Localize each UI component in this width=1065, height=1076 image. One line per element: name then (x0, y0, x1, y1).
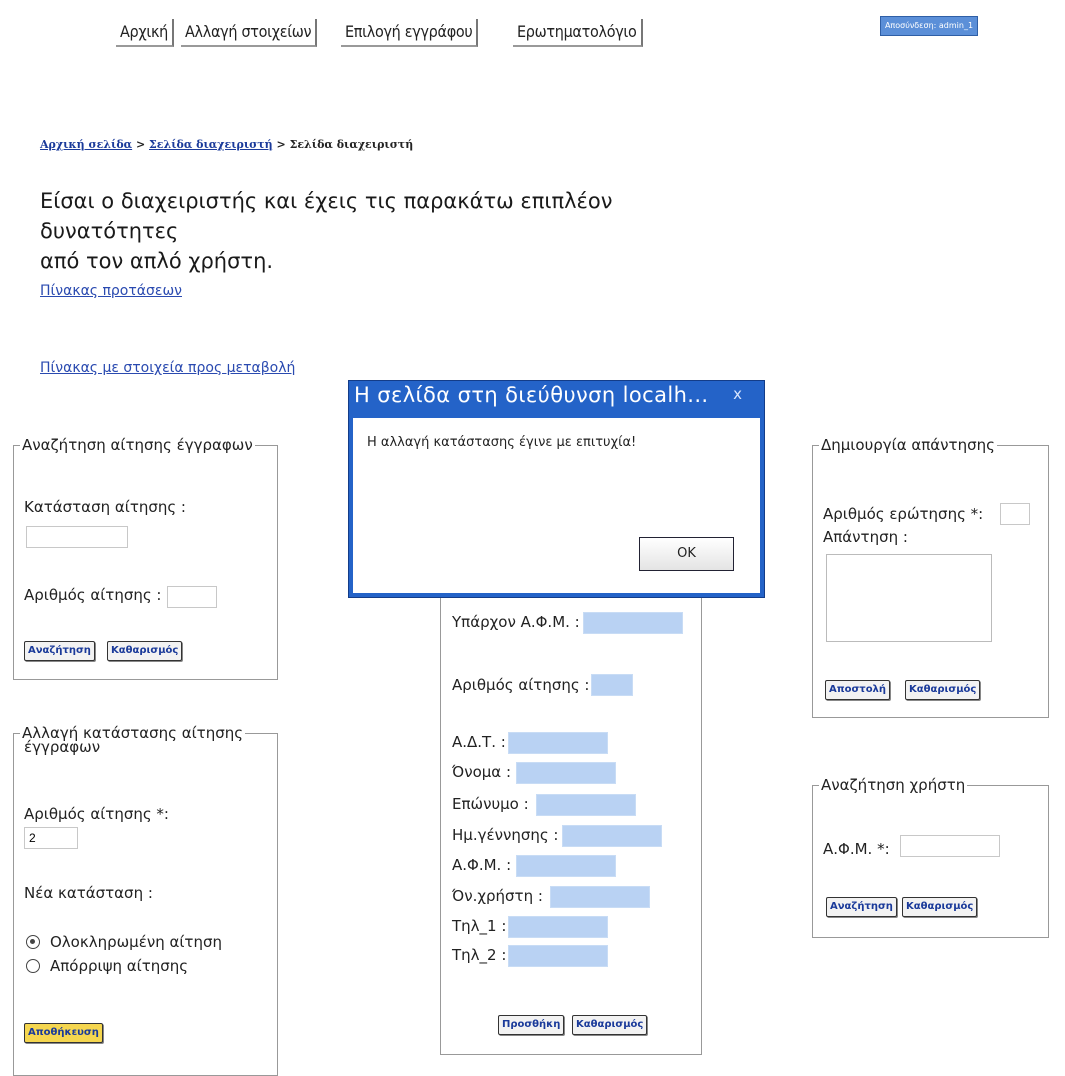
request-number-input[interactable] (167, 586, 217, 608)
phone1-input[interactable] (508, 916, 608, 938)
adt-input[interactable] (508, 732, 608, 754)
clear-search-user-button[interactable]: Καθαρισμός (902, 897, 978, 917)
answer-label: Απάντηση : (823, 528, 908, 546)
radio-rejected-label: Απόρριψη αίτησης (50, 957, 189, 975)
phone2-label: Τηλ_2 : (452, 946, 507, 964)
proposals-table-link[interactable]: Πίνακας προτάσεων (40, 283, 182, 299)
last-name-label: Επώνυμο : (452, 795, 529, 813)
dialog-body: Η αλλαγή κατάστασης έγινε με επιτυχία! O… (353, 418, 760, 593)
breadcrumb-home-link[interactable]: Αρχική σελίδα (40, 138, 132, 151)
close-icon[interactable]: x (733, 385, 742, 403)
radio-rejected[interactable] (26, 959, 40, 973)
phone1-label: Τηλ_1 : (452, 917, 507, 935)
search-user-button[interactable]: Αναζήτηση (826, 897, 897, 917)
new-status-label: Νέα κατάσταση : (24, 884, 153, 902)
search-user-legend: Αναζήτηση χρήστη (821, 776, 966, 794)
username-input[interactable] (550, 886, 650, 908)
change-number-label: Αριθμός αίτησης *: (24, 805, 169, 823)
answer-textarea[interactable] (826, 554, 992, 642)
breadcrumb-current: Σελίδα διαχειριστή (289, 138, 414, 151)
dialog-title: Η σελίδα στη διεύθυνση localh... (354, 383, 709, 407)
search-request-legend: Αναζήτηση αίτησης έγγραφων (22, 436, 253, 454)
last-name-input[interactable] (536, 794, 636, 816)
question-number-label: Αριθμός ερώτησης *: (823, 505, 984, 523)
nav-change-details[interactable]: Αλλαγή στοιχείων (181, 19, 318, 47)
add-request-number-input[interactable] (591, 674, 633, 696)
username-label: Όν.χρήστη : (452, 887, 543, 905)
radio-completed[interactable] (26, 935, 40, 949)
intro-text: Είσαι ο διαχειριστής και έχεις τις παρακ… (40, 186, 660, 276)
add-request-number-label: Αριθμός αίτησης : (452, 676, 590, 694)
birth-date-input[interactable] (562, 825, 662, 847)
request-status-input[interactable] (26, 526, 128, 548)
clear-request-button[interactable]: Καθαρισμός (107, 641, 183, 661)
ok-button[interactable]: OK (639, 537, 734, 571)
send-answer-button[interactable]: Αποστολή (825, 680, 891, 700)
breadcrumb-admin-link[interactable]: Σελίδα διαχειριστή (149, 138, 273, 151)
change-status-legend-line2: έγγραφων (24, 738, 101, 756)
save-status-button[interactable]: Αποθήκευση (24, 1023, 103, 1043)
request-status-label: Κατάσταση αίτησης : (24, 498, 186, 516)
changes-table-link[interactable]: Πίνακας με στοιχεία προς μεταβολή (40, 360, 295, 376)
radio-completed-label: Ολοκληρωμένη αίτηση (50, 933, 222, 951)
question-number-input[interactable] (1000, 503, 1030, 525)
search-request-button[interactable]: Αναζήτηση (24, 641, 95, 661)
adt-label: Α.Δ.Τ. : (452, 733, 506, 751)
user-afm-input[interactable] (900, 835, 1000, 857)
afm-input[interactable] (516, 855, 616, 877)
breadcrumb-separator: > (272, 138, 290, 151)
birth-date-label: Ημ.γέννησης : (452, 826, 559, 844)
phone2-input[interactable] (508, 945, 608, 967)
add-user-button[interactable]: Προσθήκη (498, 1015, 565, 1035)
breadcrumb-separator: > (132, 138, 150, 151)
create-answer-legend: Δημιουργία απάντησης (821, 436, 995, 454)
nav-questionnaire[interactable]: Ερωτηματολόγιο (513, 19, 643, 47)
clear-user-button[interactable]: Καθαρισμός (572, 1015, 648, 1035)
alert-dialog: Η σελίδα στη διεύθυνση localh... x Η αλλ… (348, 380, 765, 598)
dialog-message: Η αλλαγή κατάστασης έγινε με επιτυχία! (367, 435, 637, 450)
clear-answer-button[interactable]: Καθαρισμός (905, 680, 981, 700)
afm-label: Α.Φ.Μ. : (452, 856, 512, 874)
breadcrumb: Αρχική σελίδα > Σελίδα διαχειριστή > Σελ… (40, 138, 413, 151)
change-number-input[interactable] (24, 827, 78, 849)
first-name-label: Όνομα : (452, 763, 511, 781)
existing-afm-label: Υπάρχον Α.Φ.Μ. : (452, 613, 580, 631)
intro-line-1: Είσαι ο διαχειριστής και έχεις τις παρακ… (40, 189, 613, 243)
nav-home[interactable]: Αρχική (116, 19, 174, 47)
first-name-input[interactable] (516, 762, 616, 784)
logout-button[interactable]: Αποσύνδεση: admin_1 (880, 16, 978, 36)
existing-afm-input[interactable] (583, 612, 683, 634)
intro-line-2: από τον απλό χρήστη. (40, 249, 274, 273)
user-afm-label: Α.Φ.Μ. *: (823, 840, 890, 858)
nav-choose-document[interactable]: Επιλογή εγγράφου (341, 19, 479, 47)
request-number-label: Αριθμός αίτησης : (24, 586, 162, 604)
